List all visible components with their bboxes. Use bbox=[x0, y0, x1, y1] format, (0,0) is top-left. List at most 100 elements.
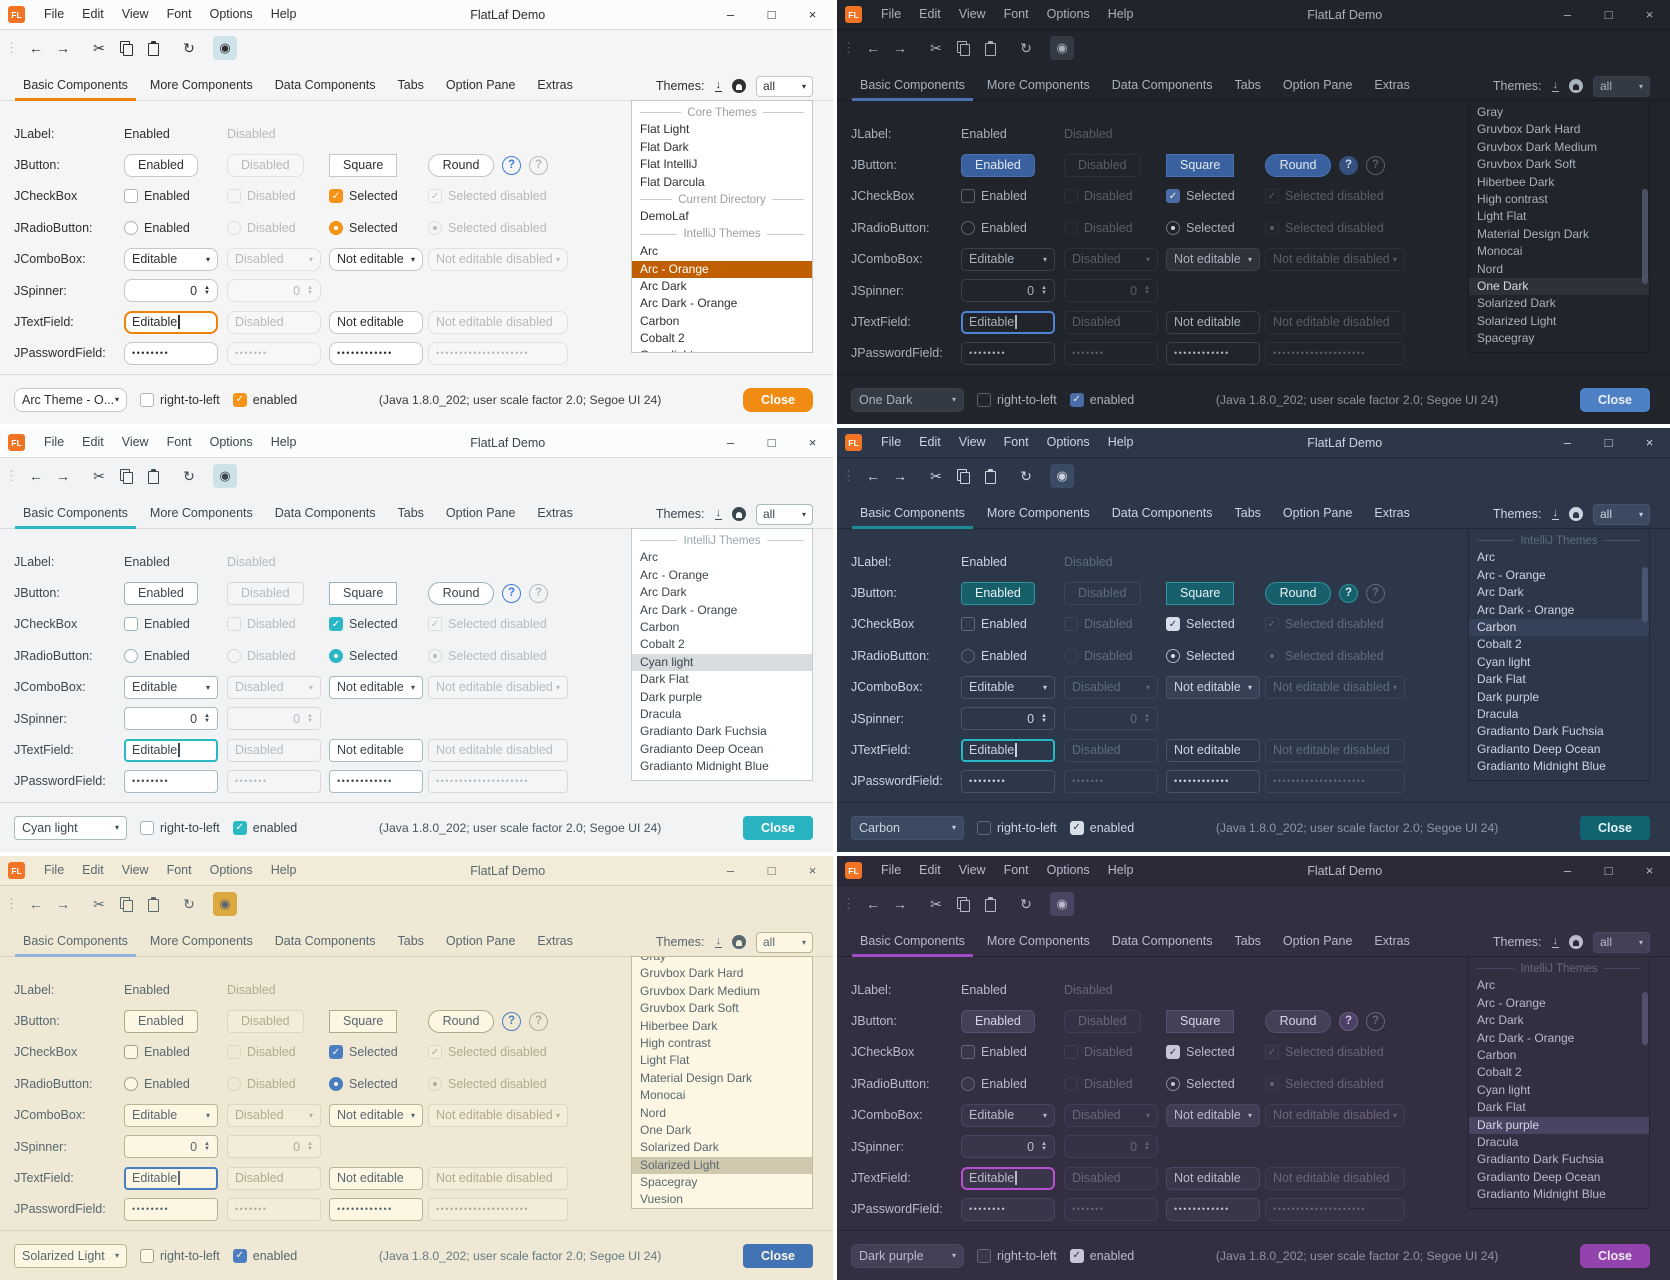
theme-list-item[interactable]: Gruvbox Dark Hard bbox=[1469, 121, 1649, 138]
copy-icon[interactable] bbox=[951, 464, 975, 488]
maximize-button[interactable]: □ bbox=[751, 428, 792, 457]
theme-list-item[interactable]: Arc - Orange bbox=[1469, 567, 1649, 584]
theme-list-item[interactable]: Gruvbox Dark Soft bbox=[632, 1000, 812, 1017]
jradiobutton-selected[interactable]: Selected bbox=[1166, 221, 1265, 235]
theme-list-item[interactable]: Dark purple bbox=[632, 689, 812, 706]
cut-icon[interactable]: ✂ bbox=[924, 464, 948, 488]
tab-data-components[interactable]: Data Components bbox=[264, 72, 387, 100]
theme-list-item[interactable]: Cyan light bbox=[1469, 1082, 1649, 1099]
jspinner-enabled[interactable]: 0 bbox=[961, 707, 1055, 730]
theme-list-item[interactable]: Solarized Light bbox=[1469, 313, 1649, 330]
tab-more-components[interactable]: More Components bbox=[139, 500, 264, 528]
jspinner-enabled[interactable]: 0 bbox=[124, 707, 218, 730]
back-icon[interactable]: ← bbox=[24, 36, 48, 60]
theme-list-item[interactable]: Cobalt 2 bbox=[1469, 636, 1649, 653]
jbutton-square[interactable]: Square bbox=[329, 154, 397, 177]
tab-extras[interactable]: Extras bbox=[526, 928, 583, 956]
eye-toggle-icon[interactable]: ◉ bbox=[1050, 464, 1074, 488]
enabled-checkbox[interactable]: enabled bbox=[233, 821, 298, 835]
tab-more-components[interactable]: More Components bbox=[976, 928, 1101, 956]
tab-data-components[interactable]: Data Components bbox=[264, 928, 387, 956]
theme-list-item[interactable]: Dracula bbox=[1469, 1134, 1649, 1151]
themes-filter-combobox[interactable]: all bbox=[1593, 932, 1650, 953]
theme-combobox[interactable]: One Dark bbox=[851, 388, 964, 412]
jpasswordfield-not-editable[interactable]: •••••••••••• bbox=[329, 342, 423, 365]
theme-list-item[interactable]: Gruvbox Dark Medium bbox=[632, 983, 812, 1000]
spinner-arrows-icon[interactable] bbox=[1041, 286, 1047, 296]
refresh-icon[interactable]: ↻ bbox=[177, 464, 201, 488]
refresh-icon[interactable]: ↻ bbox=[1014, 892, 1038, 916]
menu-help[interactable]: Help bbox=[262, 0, 306, 29]
theme-combobox[interactable]: Dark purple bbox=[851, 1244, 964, 1268]
tab-more-components[interactable]: More Components bbox=[976, 72, 1101, 100]
menu-options[interactable]: Options bbox=[1038, 0, 1099, 29]
theme-list-item[interactable]: Monocai bbox=[1469, 243, 1649, 260]
theme-list-item[interactable]: Dracula bbox=[1469, 706, 1649, 723]
jbutton-enabled[interactable]: Enabled bbox=[961, 1010, 1035, 1033]
minimize-button[interactable]: – bbox=[710, 428, 751, 457]
eye-toggle-icon[interactable]: ◉ bbox=[213, 892, 237, 916]
right-to-left-checkbox[interactable]: right-to-left bbox=[140, 1249, 220, 1263]
theme-list-item[interactable]: Gradianto Deep Ocean bbox=[1469, 741, 1649, 758]
jradiobutton-selected[interactable]: Selected bbox=[1166, 649, 1265, 663]
theme-list-item[interactable]: Dark Flat bbox=[632, 671, 812, 688]
spinner-arrows-icon[interactable] bbox=[204, 286, 210, 296]
jradiobutton-enabled[interactable]: Enabled bbox=[124, 1077, 227, 1091]
theme-list-item[interactable]: Arc Dark bbox=[632, 584, 812, 601]
menu-file[interactable]: File bbox=[35, 0, 73, 29]
tab-tabs[interactable]: Tabs bbox=[1224, 500, 1272, 528]
theme-combobox[interactable]: Solarized Light bbox=[14, 1244, 127, 1268]
jcheckbox-enabled[interactable]: Enabled bbox=[961, 1045, 1064, 1059]
close-window-button[interactable]: × bbox=[792, 0, 833, 29]
theme-list-item[interactable]: Flat IntelliJ bbox=[632, 156, 812, 173]
jspinner-enabled[interactable]: 0 bbox=[961, 1135, 1055, 1158]
jcombobox-not-editable[interactable]: Not editable bbox=[329, 676, 423, 699]
paste-icon[interactable] bbox=[978, 892, 1002, 916]
jcombobox-editable[interactable]: Editable bbox=[961, 1104, 1055, 1127]
theme-list-item[interactable]: Gray bbox=[632, 956, 812, 965]
menu-font[interactable]: Font bbox=[995, 0, 1038, 29]
close-button[interactable]: Close bbox=[1580, 1244, 1650, 1268]
cut-icon[interactable]: ✂ bbox=[87, 464, 111, 488]
tab-tabs[interactable]: Tabs bbox=[387, 72, 435, 100]
menu-view[interactable]: View bbox=[113, 0, 158, 29]
toolbar-grip-icon[interactable]: ⋮ bbox=[842, 40, 855, 56]
enabled-checkbox[interactable]: enabled bbox=[233, 1249, 298, 1263]
help-button[interactable]: ? bbox=[1339, 1012, 1358, 1031]
tab-extras[interactable]: Extras bbox=[1363, 928, 1420, 956]
paste-icon[interactable] bbox=[978, 36, 1002, 60]
back-icon[interactable]: ← bbox=[861, 36, 885, 60]
help-button[interactable]: ? bbox=[1339, 584, 1358, 603]
tab-data-components[interactable]: Data Components bbox=[1101, 928, 1224, 956]
close-button[interactable]: Close bbox=[1580, 388, 1650, 412]
menu-view[interactable]: View bbox=[950, 0, 995, 29]
eye-toggle-icon[interactable]: ◉ bbox=[1050, 892, 1074, 916]
menu-font[interactable]: Font bbox=[158, 856, 201, 885]
forward-icon[interactable]: → bbox=[51, 36, 75, 60]
jradiobutton-enabled[interactable]: Enabled bbox=[961, 221, 1064, 235]
theme-list-item[interactable]: Carbon bbox=[1469, 1047, 1649, 1064]
paste-icon[interactable] bbox=[141, 464, 165, 488]
jcheckbox-enabled[interactable]: Enabled bbox=[124, 1045, 227, 1059]
jradiobutton-selected[interactable]: Selected bbox=[329, 649, 428, 663]
theme-list-item[interactable]: Dark Flat bbox=[1469, 671, 1649, 688]
menu-edit[interactable]: Edit bbox=[73, 0, 113, 29]
refresh-icon[interactable]: ↻ bbox=[1014, 464, 1038, 488]
jradiobutton-selected[interactable]: Selected bbox=[1166, 1077, 1265, 1091]
download-icon[interactable]: ↓ bbox=[1552, 936, 1560, 948]
download-icon[interactable]: ↓ bbox=[715, 508, 723, 520]
jtextfield-not-editable[interactable]: Not editable bbox=[1166, 311, 1260, 334]
refresh-icon[interactable]: ↻ bbox=[177, 892, 201, 916]
forward-icon[interactable]: → bbox=[888, 36, 912, 60]
tab-data-components[interactable]: Data Components bbox=[1101, 500, 1224, 528]
tab-basic-components[interactable]: Basic Components bbox=[849, 72, 976, 100]
theme-list-item[interactable]: Arc bbox=[1469, 977, 1649, 994]
menu-help[interactable]: Help bbox=[262, 428, 306, 457]
tab-more-components[interactable]: More Components bbox=[139, 72, 264, 100]
jtextfield-editable[interactable]: Editable bbox=[961, 311, 1055, 334]
paste-icon[interactable] bbox=[141, 36, 165, 60]
theme-list-item[interactable]: Flat Light bbox=[632, 121, 812, 138]
theme-list-item[interactable]: Carbon bbox=[632, 619, 812, 636]
jpasswordfield-not-editable[interactable]: •••••••••••• bbox=[1166, 1198, 1260, 1221]
jcombobox-not-editable[interactable]: Not editable bbox=[1166, 248, 1260, 271]
